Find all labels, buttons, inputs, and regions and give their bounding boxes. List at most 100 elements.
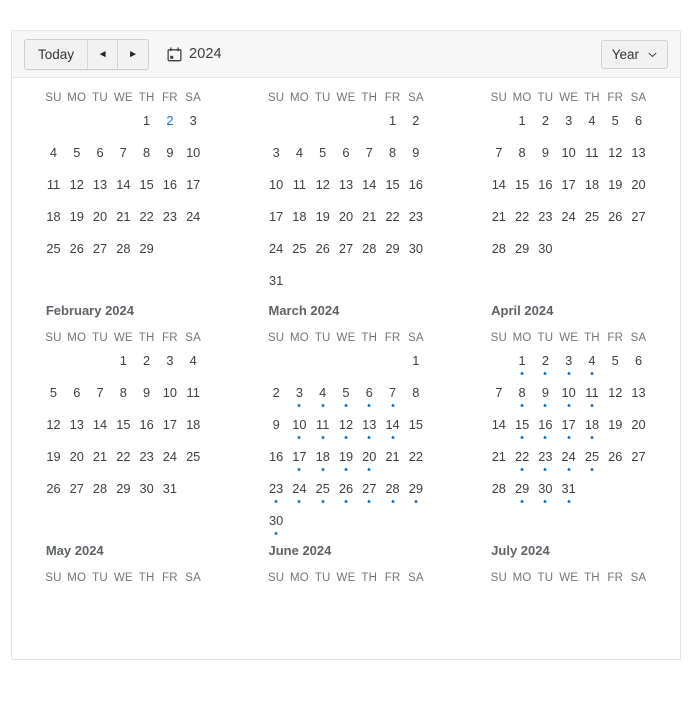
day-cell[interactable]: 18 — [580, 173, 603, 205]
day-cell[interactable]: 10 — [288, 413, 311, 445]
day-cell[interactable]: 9 — [135, 381, 158, 413]
day-cell[interactable]: 21 — [381, 445, 404, 477]
day-cell[interactable]: 30 — [534, 477, 557, 509]
day-cell[interactable]: 7 — [112, 141, 135, 173]
day-cell[interactable]: 22 — [112, 445, 135, 477]
day-cell[interactable]: 17 — [557, 413, 580, 445]
day-cell[interactable]: 3 — [265, 141, 288, 173]
day-cell[interactable]: 1 — [135, 109, 158, 141]
day-cell[interactable]: 16 — [534, 173, 557, 205]
day-cell[interactable]: 4 — [182, 349, 205, 381]
day-cell[interactable]: 2 — [534, 349, 557, 381]
day-cell[interactable]: 11 — [182, 381, 205, 413]
day-cell[interactable]: 13 — [334, 173, 357, 205]
day-cell[interactable]: 30 — [135, 477, 158, 509]
day-cell[interactable]: 19 — [42, 445, 65, 477]
day-cell[interactable]: 24 — [557, 205, 580, 237]
day-cell[interactable]: 23 — [265, 477, 288, 509]
day-cell[interactable]: 12 — [334, 413, 357, 445]
day-cell[interactable]: 3 — [557, 349, 580, 381]
day-cell[interactable]: 5 — [42, 381, 65, 413]
day-cell[interactable]: 18 — [311, 445, 334, 477]
day-cell[interactable]: 19 — [334, 445, 357, 477]
day-cell[interactable]: 9 — [265, 413, 288, 445]
day-cell[interactable]: 10 — [557, 141, 580, 173]
day-cell[interactable]: 7 — [88, 381, 111, 413]
day-cell[interactable]: 29 — [112, 477, 135, 509]
day-cell[interactable]: 8 — [135, 141, 158, 173]
day-cell[interactable]: 12 — [311, 173, 334, 205]
day-cell[interactable]: 26 — [65, 237, 88, 269]
day-cell[interactable]: 25 — [182, 445, 205, 477]
day-cell[interactable]: 18 — [580, 413, 603, 445]
day-cell[interactable]: 6 — [358, 381, 381, 413]
day-cell[interactable]: 31 — [158, 477, 181, 509]
day-cell[interactable]: 11 — [288, 173, 311, 205]
day-cell[interactable]: 21 — [487, 205, 510, 237]
day-cell[interactable]: 30 — [265, 509, 288, 541]
day-cell[interactable]: 28 — [381, 477, 404, 509]
day-cell[interactable]: 24 — [182, 205, 205, 237]
day-cell[interactable]: 6 — [334, 141, 357, 173]
day-cell[interactable]: 24 — [288, 477, 311, 509]
day-cell[interactable]: 15 — [510, 413, 533, 445]
view-mode-select[interactable]: Year — [600, 40, 668, 69]
day-cell[interactable]: 1 — [404, 349, 427, 381]
day-cell[interactable]: 25 — [288, 237, 311, 269]
day-cell[interactable]: 23 — [534, 205, 557, 237]
day-cell[interactable]: 9 — [534, 141, 557, 173]
day-cell[interactable]: 26 — [42, 477, 65, 509]
day-cell[interactable]: 20 — [358, 445, 381, 477]
day-cell[interactable]: 5 — [604, 349, 627, 381]
day-cell[interactable]: 20 — [627, 173, 650, 205]
day-cell[interactable]: 29 — [135, 237, 158, 269]
day-cell[interactable]: 11 — [42, 173, 65, 205]
day-cell[interactable]: 14 — [487, 413, 510, 445]
day-cell[interactable]: 24 — [158, 445, 181, 477]
day-cell[interactable]: 21 — [487, 445, 510, 477]
day-cell[interactable]: 2 — [404, 109, 427, 141]
day-cell[interactable]: 23 — [404, 205, 427, 237]
day-cell[interactable]: 20 — [334, 205, 357, 237]
day-cell[interactable]: 24 — [557, 445, 580, 477]
day-cell[interactable]: 6 — [627, 349, 650, 381]
day-cell[interactable]: 13 — [627, 141, 650, 173]
day-cell[interactable]: 5 — [311, 141, 334, 173]
day-cell[interactable]: 2 — [135, 349, 158, 381]
day-cell[interactable]: 21 — [88, 445, 111, 477]
day-cell[interactable]: 25 — [42, 237, 65, 269]
day-cell[interactable]: 8 — [381, 141, 404, 173]
day-cell[interactable]: 15 — [135, 173, 158, 205]
day-cell[interactable]: 15 — [112, 413, 135, 445]
day-cell[interactable]: 29 — [404, 477, 427, 509]
day-cell[interactable]: 21 — [358, 205, 381, 237]
day-cell[interactable]: 18 — [42, 205, 65, 237]
day-cell[interactable]: 12 — [42, 413, 65, 445]
day-cell[interactable]: 9 — [158, 141, 181, 173]
day-cell[interactable]: 14 — [358, 173, 381, 205]
day-cell[interactable]: 19 — [604, 173, 627, 205]
day-cell[interactable]: 29 — [510, 477, 533, 509]
day-cell[interactable]: 16 — [534, 413, 557, 445]
day-cell[interactable]: 13 — [65, 413, 88, 445]
day-cell[interactable]: 19 — [311, 205, 334, 237]
day-cell[interactable]: 6 — [65, 381, 88, 413]
day-cell[interactable]: 10 — [158, 381, 181, 413]
day-cell[interactable]: 10 — [182, 141, 205, 173]
day-cell[interactable]: 17 — [557, 173, 580, 205]
day-cell[interactable]: 2 — [158, 109, 181, 141]
day-cell[interactable]: 28 — [88, 477, 111, 509]
day-cell[interactable]: 13 — [627, 381, 650, 413]
day-cell[interactable]: 16 — [135, 413, 158, 445]
day-cell[interactable]: 17 — [288, 445, 311, 477]
day-cell[interactable]: 4 — [580, 109, 603, 141]
day-cell[interactable]: 3 — [288, 381, 311, 413]
day-cell[interactable]: 29 — [381, 237, 404, 269]
day-cell[interactable]: 28 — [487, 477, 510, 509]
day-cell[interactable]: 15 — [510, 173, 533, 205]
day-cell[interactable]: 22 — [510, 445, 533, 477]
day-cell[interactable]: 27 — [627, 205, 650, 237]
day-cell[interactable]: 13 — [88, 173, 111, 205]
day-cell[interactable]: 4 — [42, 141, 65, 173]
day-cell[interactable]: 27 — [65, 477, 88, 509]
